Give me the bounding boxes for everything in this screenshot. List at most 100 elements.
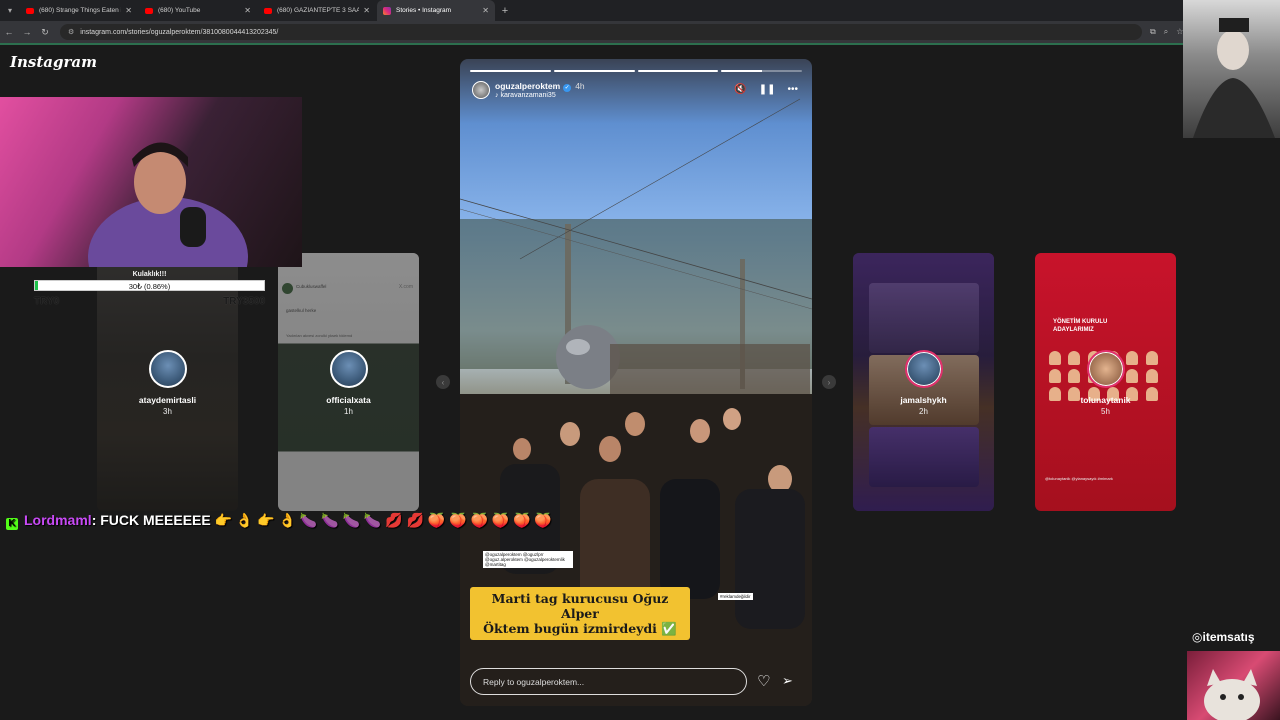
forward-arrow-icon[interactable]: → — [18, 27, 36, 37]
site-info-icon[interactable]: ⚙ — [68, 28, 74, 36]
verified-badge-icon: ✓ — [563, 84, 572, 92]
story-progress-segment — [721, 70, 802, 72]
preview-time: 2h — [919, 407, 928, 416]
candidate-photo — [1068, 351, 1081, 365]
chat-message-text: : FUCK MEEEEEE 👉 👌 👉 👌 🍆 🍆 🍆 🍆 💋 💋 🍑 🍑 🍑… — [91, 512, 552, 528]
streamer-webcam — [0, 97, 302, 267]
segment-fill — [637, 70, 719, 72]
preview-username: tolunaytanik — [1080, 395, 1131, 405]
instagram-icon — [383, 6, 391, 15]
send-icon[interactable]: ➢ — [782, 673, 793, 689]
cat-figure — [1204, 669, 1260, 720]
browser-tab[interactable]: (680) Strange Things Eaten in B ✕ — [20, 0, 138, 21]
back-arrow-icon[interactable]: ← — [0, 27, 18, 37]
story-username[interactable]: oguzalperoktem — [495, 81, 560, 91]
tab-title: (680) Strange Things Eaten in B — [39, 7, 121, 14]
previous-story-chevron-icon[interactable]: ‹ — [436, 375, 450, 389]
reply-input[interactable] — [470, 668, 747, 695]
preview-time: 1h — [344, 407, 353, 416]
close-tab-icon[interactable]: ✕ — [363, 6, 370, 15]
story-preview-jamalshykh[interactable]: jamalshykh 2h — [853, 253, 994, 511]
close-tab-icon[interactable]: ✕ — [125, 6, 132, 15]
pause-icon[interactable]: ❚❚ — [759, 84, 776, 95]
install-app-icon[interactable]: ⧉ — [1150, 27, 1156, 37]
tab-title: Stories • Instagram — [396, 7, 452, 14]
caption-line: Marti tag kurucusu Oğuz Alper — [491, 591, 669, 621]
close-tab-icon[interactable]: ✕ — [482, 6, 489, 15]
story-music-attribution[interactable]: ♪ karavanzamani35 — [495, 92, 556, 99]
brand-text: itemsatış — [1202, 630, 1255, 644]
avatar — [330, 350, 368, 388]
story-hashtag-sticker[interactable]: #reklamdeğildir — [718, 593, 753, 600]
candidate-photo — [1126, 351, 1139, 365]
zoom-icon[interactable]: ⌕ — [1164, 27, 1168, 37]
story-viewer[interactable]: oguzalperoktem ✓ 4h ♪ karavanzamani35 🔇 ❚❚… — [460, 59, 812, 706]
reload-icon[interactable]: ↻ — [36, 27, 54, 38]
close-tab-icon[interactable]: ✕ — [244, 6, 251, 15]
music-note-icon: ♪ — [495, 92, 499, 99]
page-load-line — [0, 43, 1280, 45]
avatar — [149, 350, 187, 388]
candidate-photo — [1126, 369, 1139, 383]
segment-fill — [721, 70, 762, 72]
portrait-figure — [1193, 18, 1275, 138]
avatar — [1087, 350, 1125, 388]
preview-username: ataydemirtasli — [138, 395, 197, 405]
preview-footer: @tolunaytanik @ylanaysayık #mimark — [1045, 476, 1113, 481]
candidate-photo — [1049, 351, 1061, 365]
mute-icon[interactable]: 🔇 — [734, 84, 746, 95]
corner-portrait-image — [1183, 0, 1280, 138]
preview-time: 3h — [163, 407, 172, 416]
story-progress-segment — [470, 70, 551, 72]
webcam-frame — [88, 142, 248, 267]
like-heart-icon[interactable]: ♡ — [757, 672, 770, 690]
kick-badge-icon: K — [6, 518, 18, 530]
candidate-photo — [1068, 369, 1081, 383]
address-bar[interactable]: ⚙ instagram.com/stories/oguzalperoktem/3… — [60, 24, 1142, 40]
candidate-photo — [1145, 369, 1158, 383]
goal-max: TRY3500 — [223, 296, 265, 307]
preview-username: officialxata — [326, 395, 371, 405]
goal-min: TRY0 — [34, 296, 60, 307]
cat-cam-overlay — [1187, 651, 1280, 720]
chat-message-overlay: K Lordmaml: FUCK MEEEEEE 👉 👌 👉 👌 🍆 🍆 🍆 🍆 … — [6, 508, 566, 532]
story-controls: 🔇 ❚❚ ••• — [734, 84, 798, 95]
preview-time: 5h — [1101, 407, 1110, 416]
caption-line: Öktem bugün izmirdeydi ✅ — [483, 621, 677, 636]
candidate-photo — [1049, 369, 1061, 383]
url-text: instagram.com/stories/oguzalperoktem/381… — [80, 28, 279, 36]
browser-tab-strip: ▾ (680) Strange Things Eaten in B ✕ (680… — [0, 0, 1280, 21]
preview-username: jamalshykh — [900, 395, 947, 405]
more-options-icon[interactable]: ••• — [787, 84, 798, 95]
story-music-user[interactable]: karavanzamani35 — [500, 92, 555, 99]
story-author-avatar[interactable] — [472, 81, 490, 99]
brand-mark-icon: ◎ — [1192, 630, 1203, 644]
sponsor-logo: ◎itemsatış — [1192, 630, 1255, 644]
story-preview-ataydemirtasli[interactable]: ataydemirtasli 3h — [97, 253, 238, 511]
browser-tab-active[interactable]: Stories • Instagram ✕ — [377, 0, 495, 21]
tab-search-chevron-icon[interactable]: ▾ — [0, 0, 20, 21]
next-story-chevron-icon[interactable]: › — [822, 375, 836, 389]
story-caption-sticker: Marti tag kurucusu Oğuz Alper Öktem bugü… — [470, 587, 690, 640]
youtube-icon — [264, 7, 272, 14]
browser-tab[interactable]: (680) YouTube ✕ — [139, 0, 257, 21]
story-mention-sticker[interactable]: @oguzalperoktem @oguzlprr @oguz.alperokt… — [483, 551, 573, 568]
goal-progress-bar: 30₺ (0.86%) — [34, 280, 265, 291]
youtube-icon — [145, 7, 153, 14]
new-tab-plus-icon[interactable]: + — [496, 5, 514, 17]
segment-fill — [470, 70, 551, 72]
story-progress-segment — [637, 70, 719, 72]
story-author[interactable]: oguzalperoktem ✓ 4h — [495, 81, 585, 92]
browser-tab[interactable]: (680) GAZİANTEP'TE 3 SAATTE ✕ — [258, 0, 376, 21]
segment-fill — [553, 70, 635, 72]
youtube-icon — [26, 7, 34, 14]
avatar — [905, 350, 943, 388]
instagram-logo[interactable]: Instagram — [10, 53, 97, 71]
story-progress-segment — [553, 70, 635, 72]
tab-title: (680) GAZİANTEP'TE 3 SAATTE — [277, 7, 360, 14]
story-preview-tolunaytanik[interactable]: YÖNETİM KURULU ADAYLARIMIZ @tolunaytanik… — [1035, 253, 1176, 511]
goal-amount: 30₺ (0.86%) — [128, 282, 171, 291]
chat-username: Lordmaml — [24, 512, 92, 528]
preview-heading: YÖNETİM KURULU ADAYLARIMIZ — [1053, 319, 1108, 333]
story-preview-officialxata[interactable]: Cubukluswaffel X.com gastelkul herke Yad… — [278, 253, 419, 511]
